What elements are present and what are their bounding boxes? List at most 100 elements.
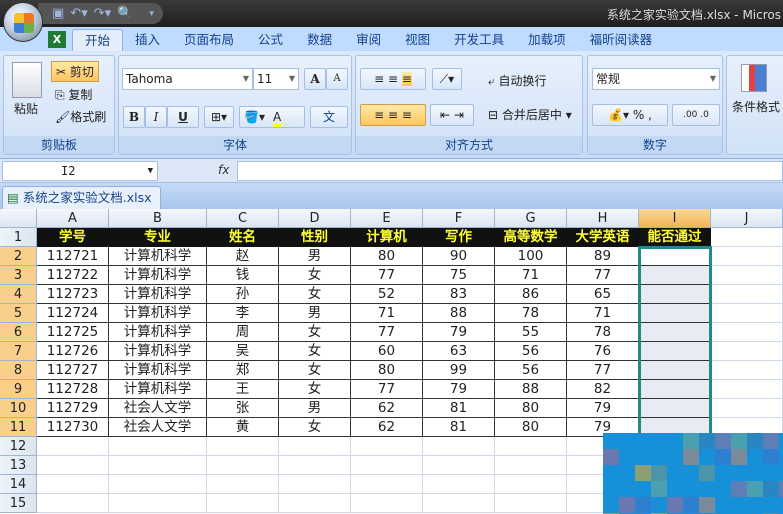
row-header-9[interactable]: 9 bbox=[0, 380, 37, 399]
cell[interactable]: 79 bbox=[423, 323, 495, 342]
cell[interactable] bbox=[109, 437, 207, 456]
cell[interactable] bbox=[351, 494, 423, 513]
cell[interactable]: 计算机科学 bbox=[109, 361, 207, 380]
fill-color-button[interactable]: 🪣▾ A bbox=[239, 106, 305, 128]
cell[interactable]: 81 bbox=[423, 418, 495, 437]
cell[interactable]: 吴 bbox=[207, 342, 279, 361]
cell[interactable]: 女 bbox=[279, 342, 351, 361]
tab-formulas[interactable]: 公式 bbox=[246, 29, 295, 51]
tab-page-layout[interactable]: 页面布局 bbox=[172, 29, 246, 51]
cell[interactable] bbox=[495, 456, 567, 475]
horizontal-align-buttons[interactable]: ≡ ≡ ≡ bbox=[360, 104, 426, 126]
cell[interactable] bbox=[711, 361, 783, 380]
cell[interactable]: 社会人文学 bbox=[109, 399, 207, 418]
cell[interactable]: 88 bbox=[423, 304, 495, 323]
shrink-font-button[interactable]: A bbox=[326, 68, 348, 90]
cell[interactable] bbox=[711, 323, 783, 342]
tab-addins[interactable]: 加载项 bbox=[516, 29, 578, 51]
decimal-buttons[interactable]: .00 .0 bbox=[672, 104, 720, 126]
cell[interactable]: 77 bbox=[567, 266, 639, 285]
cell[interactable]: 112729 bbox=[37, 399, 109, 418]
row-header-6[interactable]: 6 bbox=[0, 323, 37, 342]
cell[interactable]: 女 bbox=[279, 418, 351, 437]
cell[interactable] bbox=[279, 437, 351, 456]
grow-font-button[interactable]: A bbox=[304, 68, 326, 90]
cell[interactable]: 李 bbox=[207, 304, 279, 323]
formula-input[interactable] bbox=[237, 161, 783, 181]
tab-view[interactable]: 视图 bbox=[393, 29, 442, 51]
cell[interactable] bbox=[37, 437, 109, 456]
print-preview-icon[interactable]: 🔍 bbox=[117, 6, 133, 21]
cell[interactable]: 71 bbox=[351, 304, 423, 323]
row-header-15[interactable]: 15 bbox=[0, 494, 37, 513]
office-button[interactable] bbox=[3, 2, 43, 42]
cell[interactable]: 女 bbox=[279, 361, 351, 380]
cell[interactable]: 86 bbox=[495, 285, 567, 304]
header-cell[interactable]: 能否通过 bbox=[639, 228, 711, 247]
cell[interactable] bbox=[711, 304, 783, 323]
column-header-F[interactable]: F bbox=[423, 209, 495, 228]
cell[interactable]: 钱 bbox=[207, 266, 279, 285]
cell[interactable] bbox=[711, 399, 783, 418]
cell[interactable]: 79 bbox=[423, 380, 495, 399]
cell[interactable] bbox=[109, 456, 207, 475]
header-cell[interactable]: 性别 bbox=[279, 228, 351, 247]
cell[interactable]: 62 bbox=[351, 399, 423, 418]
cell[interactable]: 女 bbox=[279, 285, 351, 304]
cell[interactable] bbox=[109, 475, 207, 494]
cell[interactable] bbox=[423, 494, 495, 513]
cell[interactable]: 83 bbox=[423, 285, 495, 304]
cell[interactable] bbox=[711, 285, 783, 304]
cell[interactable]: 89 bbox=[567, 247, 639, 266]
cell[interactable]: 女 bbox=[279, 323, 351, 342]
header-cell[interactable]: 大学英语 bbox=[567, 228, 639, 247]
cell[interactable] bbox=[207, 437, 279, 456]
cell[interactable]: 80 bbox=[495, 418, 567, 437]
cell[interactable]: 112722 bbox=[37, 266, 109, 285]
header-cell[interactable]: 计算机 bbox=[351, 228, 423, 247]
tab-insert[interactable]: 插入 bbox=[123, 29, 172, 51]
bold-button[interactable]: B bbox=[123, 106, 145, 128]
cell[interactable]: 100 bbox=[495, 247, 567, 266]
cell[interactable]: 女 bbox=[279, 380, 351, 399]
cell[interactable]: 80 bbox=[495, 399, 567, 418]
cell[interactable]: 男 bbox=[279, 399, 351, 418]
cell[interactable]: 75 bbox=[423, 266, 495, 285]
cell[interactable]: 112724 bbox=[37, 304, 109, 323]
cell[interactable] bbox=[37, 475, 109, 494]
borders-button[interactable]: ⊞▾ bbox=[204, 106, 234, 128]
cell[interactable]: 112728 bbox=[37, 380, 109, 399]
wrap-text-button[interactable]: ⤶ 自动换行 bbox=[488, 72, 547, 89]
row-header-5[interactable]: 5 bbox=[0, 304, 37, 323]
merge-center-button[interactable]: ⊟ 合并后居中 ▾ bbox=[488, 106, 572, 123]
header-cell[interactable]: 学号 bbox=[37, 228, 109, 247]
cell[interactable]: 112723 bbox=[37, 285, 109, 304]
cell[interactable]: 77 bbox=[351, 323, 423, 342]
cell[interactable]: 计算机科学 bbox=[109, 304, 207, 323]
row-header-12[interactable]: 12 bbox=[0, 437, 37, 456]
cell[interactable] bbox=[711, 342, 783, 361]
header-cell[interactable]: 高等数学 bbox=[495, 228, 567, 247]
column-header-I[interactable]: I bbox=[639, 209, 711, 228]
undo-icon[interactable]: ↶▾ bbox=[70, 6, 87, 21]
orientation-button[interactable]: ⟋▾ bbox=[432, 68, 462, 90]
cell[interactable] bbox=[711, 266, 783, 285]
cell[interactable] bbox=[423, 456, 495, 475]
cell[interactable]: 112727 bbox=[37, 361, 109, 380]
cell[interactable]: 65 bbox=[567, 285, 639, 304]
cell[interactable] bbox=[351, 475, 423, 494]
cell[interactable]: 郑 bbox=[207, 361, 279, 380]
vertical-align-buttons[interactable]: ≡ ≡ ≡ bbox=[360, 68, 426, 90]
redo-icon[interactable]: ↷▾ bbox=[94, 6, 111, 21]
conditional-format-button[interactable]: 条件格式 bbox=[732, 98, 780, 115]
workbook-tab[interactable]: ▤ 系统之家实验文档.xlsx bbox=[2, 186, 161, 209]
column-header-B[interactable]: B bbox=[109, 209, 207, 228]
cell[interactable]: 孙 bbox=[207, 285, 279, 304]
phonetic-button[interactable]: 文 bbox=[310, 106, 348, 128]
cell[interactable]: 71 bbox=[567, 304, 639, 323]
cell[interactable]: 52 bbox=[351, 285, 423, 304]
cell[interactable]: 71 bbox=[495, 266, 567, 285]
cell[interactable]: 社会人文学 bbox=[109, 418, 207, 437]
number-format-dropdown[interactable]: 常规 ▼ bbox=[592, 68, 720, 90]
tab-review[interactable]: 审阅 bbox=[344, 29, 393, 51]
